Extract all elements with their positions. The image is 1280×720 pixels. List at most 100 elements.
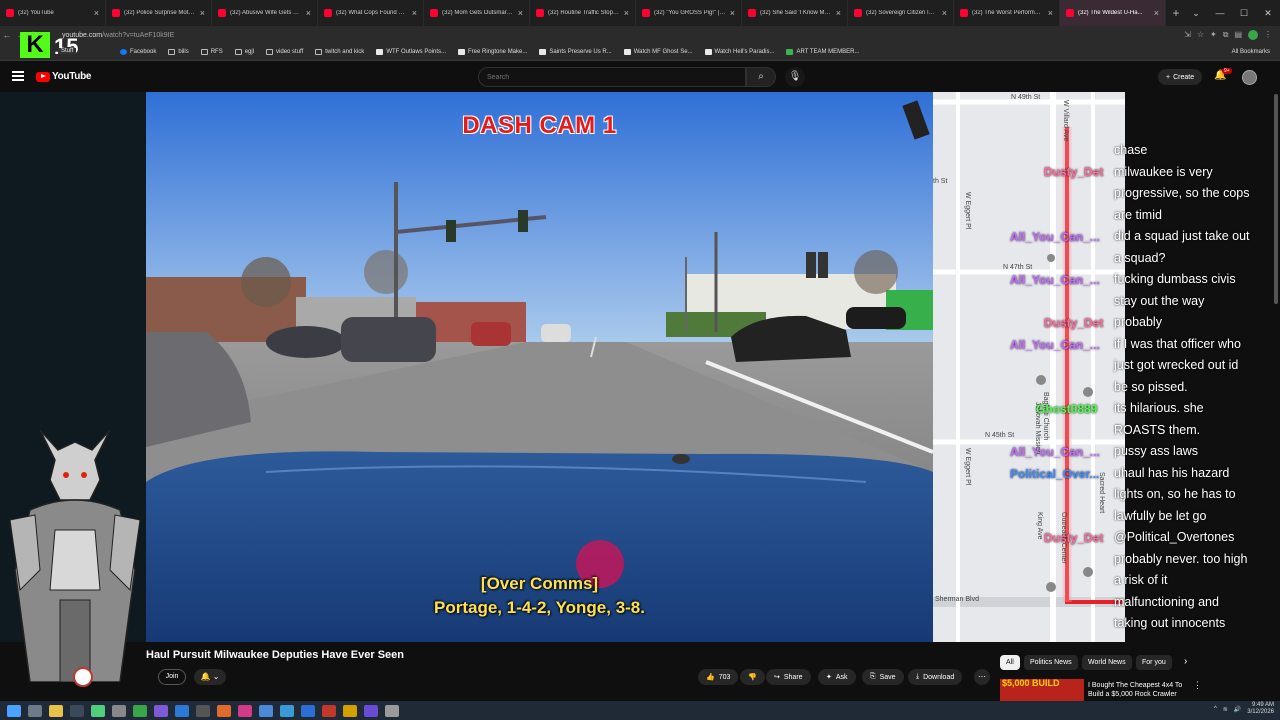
app-icon[interactable]	[217, 704, 231, 717]
close-tab-icon[interactable]: ×	[1154, 8, 1159, 18]
recommended-thumbnail[interactable]: $5,000 BUILD	[1000, 679, 1084, 701]
create-button[interactable]: + Create	[1158, 69, 1203, 85]
save-button[interactable]: ⎘ Save	[862, 669, 904, 685]
menu-dots-icon[interactable]: ⋮	[1264, 30, 1272, 40]
app-icon[interactable]	[238, 704, 252, 717]
chat-username[interactable]: All_You_Can_...	[1010, 230, 1100, 244]
clock[interactable]: 9:49 AM 3/12/2026	[1247, 702, 1274, 716]
page-scrollbar[interactable]	[1273, 92, 1280, 642]
bookmark-item[interactable]: RFS	[200, 49, 223, 55]
app-icon[interactable]	[301, 704, 315, 717]
browser-tab[interactable]: (32) The Worst Performan... ×	[954, 0, 1060, 26]
filter-chip[interactable]: For you	[1136, 655, 1172, 670]
close-tab-icon[interactable]: ×	[200, 8, 205, 18]
wifi-icon[interactable]: ≋	[1223, 706, 1228, 713]
scrollbar-thumb[interactable]	[1274, 94, 1278, 304]
file-explorer-icon[interactable]	[49, 704, 63, 717]
profile-icon[interactable]	[1248, 30, 1258, 40]
browser-tab[interactable]: (32) Routine Traffic Stop Tu... ×	[530, 0, 636, 26]
tab-search-icon[interactable]: ⌄	[1184, 8, 1208, 19]
chat-username[interactable]: All_You_Can_...	[1010, 273, 1100, 287]
app-icon[interactable]	[70, 704, 84, 717]
close-tab-icon[interactable]: ×	[836, 8, 841, 18]
search-button[interactable]: ⌕	[746, 67, 776, 87]
close-tab-icon[interactable]: ×	[412, 8, 417, 18]
bookmark-item[interactable]: twitch and kick	[315, 49, 364, 55]
bookmark-item[interactable]: Watch MF Ghost Se...	[623, 49, 693, 55]
sidebar-icon[interactable]: ▤	[1234, 30, 1242, 40]
browser-tab[interactable]: (32) The Wildest U-Ha... ×	[1060, 0, 1166, 26]
install-icon[interactable]: ⇲	[1184, 30, 1191, 40]
chrome-icon[interactable]	[280, 704, 294, 717]
extension-icon[interactable]: ✦	[1210, 30, 1217, 40]
app-icon[interactable]	[154, 704, 168, 717]
app-icon[interactable]	[259, 704, 273, 717]
close-tab-icon[interactable]: ×	[94, 8, 99, 18]
chat-username[interactable]: All_You_Can_...	[1010, 445, 1100, 459]
puzzle-icon[interactable]: ⧉	[1223, 30, 1229, 40]
bookmark-item[interactable]: egjl	[234, 49, 254, 55]
chat-username[interactable]: Dusty_Det	[1044, 316, 1103, 330]
account-avatar[interactable]	[1242, 70, 1257, 85]
maximize-icon[interactable]: ☐	[1232, 8, 1256, 19]
all-bookmarks[interactable]: All Bookmarks	[1232, 49, 1270, 55]
chat-username[interactable]: Ghost0889	[1036, 402, 1097, 416]
browser-tab[interactable]: (32) She Said 'I Know My R... ×	[742, 0, 848, 26]
close-tab-icon[interactable]: ×	[942, 8, 947, 18]
app-icon[interactable]	[343, 704, 357, 717]
chat-username[interactable]: Dusty_Det	[1044, 165, 1103, 179]
youtube-logo[interactable]: YouTube	[36, 71, 92, 82]
bookmark-item[interactable]: bills	[168, 49, 189, 55]
recommended-more-icon[interactable]: ⋮	[1193, 680, 1202, 691]
app-icon[interactable]	[322, 704, 336, 717]
chat-username[interactable]: Political_Over...	[1010, 467, 1099, 481]
bookmark-item[interactable]: Facebook	[120, 49, 156, 55]
minimize-icon[interactable]: —	[1208, 8, 1232, 18]
search-input[interactable]	[487, 73, 745, 81]
star-icon[interactable]: ☆	[1197, 30, 1204, 40]
bookmark-item[interactable]: WTF Outlaws Points...	[376, 49, 446, 55]
download-button[interactable]: ⤓ Download	[908, 669, 963, 685]
more-actions-icon[interactable]: ⋯	[974, 669, 990, 685]
app-icon[interactable]	[112, 704, 126, 717]
share-button[interactable]: ↪ Share	[766, 669, 811, 685]
like-button[interactable]: 👍 703	[698, 669, 739, 685]
filter-chip[interactable]: All	[1000, 655, 1020, 670]
app-icon[interactable]	[133, 704, 147, 717]
close-tab-icon[interactable]: ×	[1048, 8, 1053, 18]
app-icon[interactable]	[91, 704, 105, 717]
recommended-title[interactable]: I Bought The Cheapest 4x4 To Build a $5,…	[1088, 681, 1188, 699]
browser-tab[interactable]: (32) YouTube ×	[0, 0, 106, 26]
back-icon[interactable]: ←	[0, 30, 14, 40]
bookmark-item[interactable]: ART TEAM MEMBER...	[786, 49, 860, 55]
app-icon[interactable]	[175, 704, 189, 717]
chat-username[interactable]: All_You_Can_...	[1010, 338, 1100, 352]
browser-tab[interactable]: (32) "You GROSS Pig!" | En... ×	[636, 0, 742, 26]
taskbar-search-icon[interactable]	[28, 704, 42, 717]
app-icon[interactable]	[196, 704, 210, 717]
url-field[interactable]: youtube.com/watch?v=tuAeF10k9IE	[62, 32, 1184, 39]
video-player[interactable]: DASH CAM 1 [Over Comms] Portage, 1-4-2, …	[146, 92, 933, 642]
chips-next-icon[interactable]: ›	[1184, 656, 1187, 667]
windows-start-icon[interactable]	[7, 704, 21, 717]
tray-arrow-icon[interactable]: ^	[1214, 706, 1217, 712]
close-tab-icon[interactable]: ×	[624, 8, 629, 18]
bookmark-item[interactable]: video stuff	[266, 49, 303, 55]
voice-search-button[interactable]: 🎙	[785, 67, 805, 87]
settings-icon[interactable]	[385, 704, 399, 717]
ask-button[interactable]: ✦ Ask	[818, 669, 856, 685]
close-window-icon[interactable]: ✕	[1256, 8, 1280, 19]
subscription-bell-button[interactable]: 🔔 ⌄	[194, 669, 226, 685]
browser-tab[interactable]: (32) Abusive Wife Gets Hu... ×	[212, 0, 318, 26]
browser-tab[interactable]: (32) What Cops Found On... ×	[318, 0, 424, 26]
bookmark-item[interactable]: Free Ringtone Make...	[458, 49, 527, 55]
bookmark-item[interactable]: Watch Hell's Paradis...	[704, 49, 774, 55]
filter-chip[interactable]: World News	[1082, 655, 1132, 670]
channel-avatar[interactable]	[73, 667, 93, 687]
close-tab-icon[interactable]: ×	[518, 8, 523, 18]
dislike-button[interactable]: 👎	[740, 669, 765, 685]
volume-icon[interactable]: 🔊	[1234, 706, 1241, 713]
browser-tab[interactable]: (32) Sovereign Citizen INS... ×	[848, 0, 954, 26]
hamburger-menu-icon[interactable]	[12, 71, 24, 81]
app-icon[interactable]	[364, 704, 378, 717]
